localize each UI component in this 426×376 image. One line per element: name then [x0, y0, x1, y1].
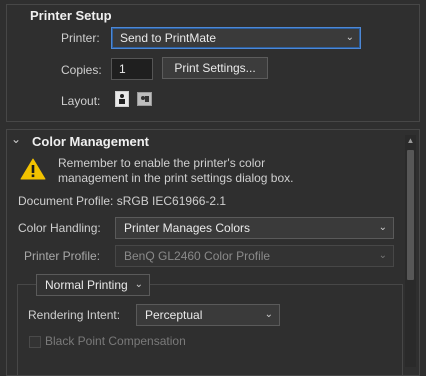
- normal-printing-value: Normal Printing: [45, 278, 128, 292]
- chevron-down-icon[interactable]: ⌄: [11, 132, 21, 146]
- rendering-intent-select[interactable]: Perceptual ⌄: [136, 304, 280, 326]
- copies-input[interactable]: 1: [111, 58, 153, 80]
- copies-label: Copies:: [61, 63, 102, 77]
- warning-line-2: management in the print settings dialog …: [58, 171, 294, 185]
- printer-profile-select: BenQ GL2460 Color Profile ⌄: [115, 245, 394, 267]
- layout-label: Layout:: [61, 94, 101, 108]
- warning-line-1: Remember to enable the printer's color: [58, 156, 266, 170]
- black-point-checkbox[interactable]: [29, 336, 41, 348]
- color-handling-label: Color Handling:: [18, 221, 101, 235]
- printer-select[interactable]: Send to PrintMate ⌄: [111, 27, 361, 49]
- printer-label: Printer:: [61, 31, 100, 45]
- black-point-label: Black Point Compensation: [45, 334, 186, 348]
- chevron-down-icon: ⌄: [378, 250, 387, 261]
- rendering-intent-value: Perceptual: [145, 308, 203, 322]
- printer-profile-value: BenQ GL2460 Color Profile: [124, 249, 271, 263]
- color-handling-select[interactable]: Printer Manages Colors ⌄: [115, 217, 394, 239]
- color-handling-value: Printer Manages Colors: [124, 221, 251, 235]
- chevron-down-icon: ⌄: [134, 279, 143, 290]
- chevron-down-icon: ⌄: [264, 309, 273, 320]
- printer-profile-label: Printer Profile:: [24, 249, 101, 263]
- document-profile: Document Profile: sRGB IEC61966-2.1: [18, 194, 227, 208]
- printer-select-value: Send to PrintMate: [120, 31, 217, 45]
- landscape-layout-icon[interactable]: [137, 92, 152, 106]
- scrollbar-thumb[interactable]: [407, 150, 414, 280]
- chevron-down-icon: ⌄: [345, 32, 354, 43]
- chevron-down-icon: ⌄: [378, 222, 387, 233]
- color-management-title: Color Management: [32, 134, 150, 149]
- portrait-layout-icon[interactable]: [115, 91, 129, 107]
- printer-setup-title: Printer Setup: [30, 8, 112, 23]
- normal-printing-group: [17, 284, 403, 375]
- print-settings-button[interactable]: Print Settings...: [162, 57, 268, 79]
- scroll-up-icon[interactable]: ▲: [405, 136, 416, 146]
- warning-icon: [20, 157, 46, 184]
- normal-printing-select[interactable]: Normal Printing ⌄: [36, 274, 150, 296]
- rendering-intent-label: Rendering Intent:: [28, 308, 121, 322]
